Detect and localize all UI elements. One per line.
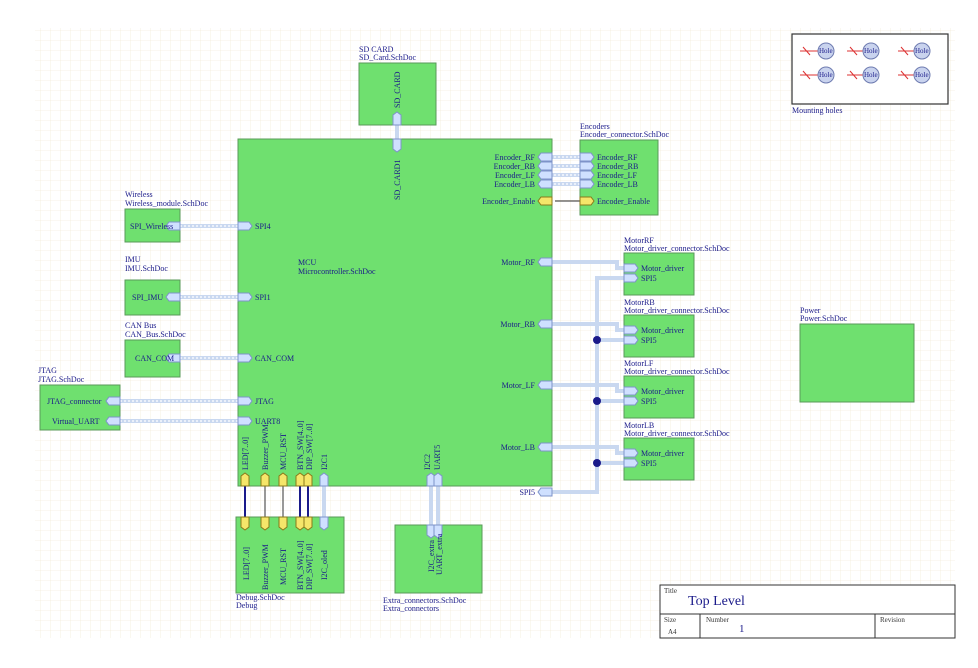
hole-label: Hole xyxy=(864,71,878,79)
motorrf-file: Motor_driver_connector.SchDoc xyxy=(624,244,730,253)
mcu-file: Microcontroller.SchDoc xyxy=(298,267,376,276)
hole-label: Hole xyxy=(915,71,929,79)
debug-port-i2c-oled: I2C_oled xyxy=(320,550,329,580)
encoders-port-rf: Encoder_RF xyxy=(597,153,638,162)
mcu-port-encoder-rb: Encoder_RB xyxy=(494,162,535,171)
motorlf-port-spi: SPI5 xyxy=(641,397,657,406)
mcu-port-spi1: SPI1 xyxy=(255,293,271,302)
jtag-port-connector: JTAG_connector xyxy=(47,397,102,406)
mounting-holes-group: Hole Hole Hole Hole Hole Hole Mounting h… xyxy=(791,33,949,115)
hole-label: Hole xyxy=(819,47,833,55)
title-block: Title Top Level Size A4 Number 1 Revisio… xyxy=(659,584,956,639)
mcu-port-encoder-lb: Encoder_LB xyxy=(494,180,535,189)
hole-label: Hole xyxy=(915,47,929,55)
hole-label: Hole xyxy=(864,47,878,55)
number-value: 1 xyxy=(739,623,745,635)
motorlb-port-spi: SPI5 xyxy=(641,459,657,468)
encoders-port-lb: Encoder_LB xyxy=(597,180,638,189)
sdcard-file: SD_Card.SchDoc xyxy=(359,53,417,62)
power-file: Power.SchDoc xyxy=(800,314,848,323)
jtag-designator: JTAG xyxy=(38,366,57,375)
jtag-port-uart: Virtual_UART xyxy=(52,417,100,426)
mcu-port-spi4: SPI4 xyxy=(255,222,271,231)
motorlf-port-driver: Motor_driver xyxy=(641,387,684,396)
schematic-sheet: Hole Hole Hole Hole Hole Hole Mounting h… xyxy=(35,28,956,639)
encoders-port-lf: Encoder_LF xyxy=(597,171,638,180)
mcu-port-motor-lf: Motor_LF xyxy=(502,381,536,390)
size-label: Size xyxy=(664,616,676,624)
mcu-port-i2c2: I2C2 xyxy=(423,454,432,470)
debug-designator: Debug xyxy=(236,601,257,610)
motorrb-port-driver: Motor_driver xyxy=(641,326,684,335)
motorlb-file: Motor_driver_connector.SchDoc xyxy=(624,429,730,438)
hole-label: Hole xyxy=(819,71,833,79)
encoders-port-enable: Encoder_Enable xyxy=(597,197,650,206)
wireless-file: Wireless_module.SchDoc xyxy=(125,199,208,208)
sdcard-port: SD_CARD xyxy=(393,71,402,108)
mcu-port-led: LED[7..0] xyxy=(241,437,250,470)
title-text: Top Level xyxy=(688,594,745,609)
mcu-port-motor-lb: Motor_LB xyxy=(501,443,535,452)
number-label: Number xyxy=(706,616,730,624)
jtag-file: JTAG.SchDoc xyxy=(38,375,85,384)
mcu-port-i2c1: I2C1 xyxy=(320,454,329,470)
imu-port: SPI_IMU xyxy=(132,293,163,302)
mcu-port-spi5: SPI5 xyxy=(519,488,535,497)
extra-designator: Extra_connectors xyxy=(383,604,439,613)
mcu-port-motor-rb: Motor_RB xyxy=(500,320,535,329)
motorrb-file: Motor_driver_connector.SchDoc xyxy=(624,306,730,315)
mcu-port-encoder-rf: Encoder_RF xyxy=(495,153,536,162)
debug-port-mcu-rst: MCU_RST xyxy=(279,548,288,585)
mcu-port-dip-sw: DIP_SW[7..0] xyxy=(305,423,314,470)
revision-label: Revision xyxy=(880,616,905,624)
canbus-sheet-symbol[interactable]: CAN Bus CAN_Bus.SchDoc CAN_COM xyxy=(124,321,186,378)
mcu-port-btn-sw: BTN_SW[4..0] xyxy=(296,420,305,470)
size-value: A4 xyxy=(668,628,677,636)
mcu-port-encoder-lf: Encoder_LF xyxy=(495,171,536,180)
motorlb-port-driver: Motor_driver xyxy=(641,449,684,458)
imu-designator: IMU xyxy=(125,255,141,264)
encoders-file: Encoder_connector.SchDoc xyxy=(580,130,670,139)
mcu-port-jtag: JTAG xyxy=(255,397,274,406)
mcu-port-encoder-enable: Encoder_Enable xyxy=(482,197,535,206)
imu-file: IMU.SchDoc xyxy=(125,264,168,273)
motorrf-port-spi: SPI5 xyxy=(641,274,657,283)
mcu-port-motor-rf: Motor_RF xyxy=(501,258,535,267)
encoders-port-rb: Encoder_RB xyxy=(597,162,638,171)
motorrb-port-spi: SPI5 xyxy=(641,336,657,345)
wireless-designator: Wireless xyxy=(125,190,153,199)
mounting-holes-label: Mounting holes xyxy=(792,106,842,115)
debug-port-led: LED[7..0] xyxy=(242,547,251,580)
debug-port-buzzer: Buzzer_PWM xyxy=(261,544,270,590)
extra-port-uart: UART_extra xyxy=(435,533,444,575)
mcu-port-sdcard1: SD_CARD1 xyxy=(393,160,402,200)
canbus-designator: CAN Bus xyxy=(125,321,156,330)
wireless-port: SPI_Wireless xyxy=(130,222,173,231)
mcu-port-can: CAN_COM xyxy=(255,354,294,363)
mcu-designator: MCU xyxy=(298,258,316,267)
motorlf-file: Motor_driver_connector.SchDoc xyxy=(624,367,730,376)
encoders-sheet-symbol[interactable]: Encoders Encoder_connector.SchDoc Encode… xyxy=(579,122,670,216)
title-label: Title xyxy=(664,587,677,595)
canbus-file: CAN_Bus.SchDoc xyxy=(125,330,186,339)
debug-port-btn-sw: BTN_SW[4..0] xyxy=(296,540,305,590)
canbus-port: CAN_COM xyxy=(135,354,174,363)
mcu-port-buzzer: Buzzer_PWM xyxy=(261,424,270,470)
motorrf-port-driver: Motor_driver xyxy=(641,264,684,273)
mcu-port-mcu-rst: MCU_RST xyxy=(279,433,288,470)
mcu-port-uart5: UART5 xyxy=(433,445,442,470)
debug-port-dip-sw: DIP_SW[7..0] xyxy=(305,543,314,590)
mcu-top-port: SD_CARD1 xyxy=(392,138,402,200)
